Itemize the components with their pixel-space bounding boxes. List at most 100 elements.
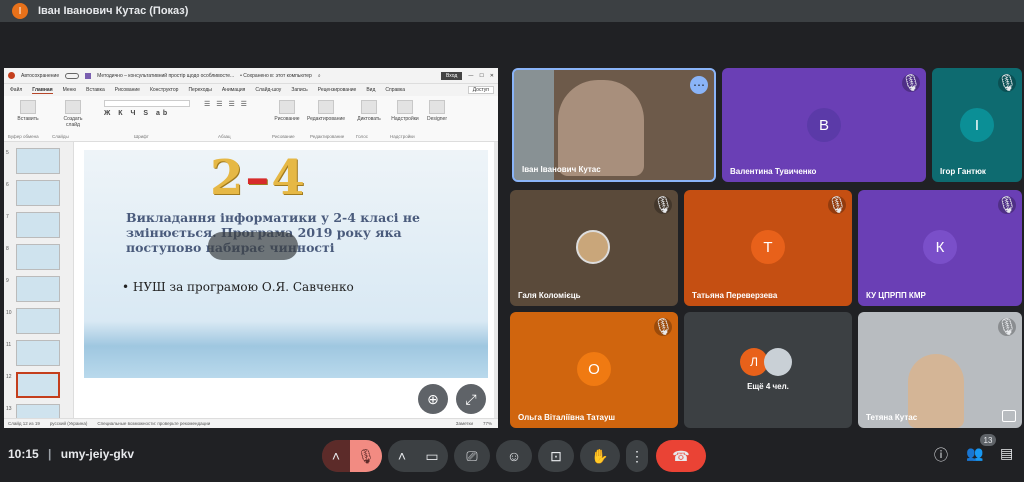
- ribbon-tab[interactable]: Переходы: [188, 87, 211, 93]
- slide-canvas: 2–4 Викладання інформатики у 2-4 класі н…: [84, 150, 488, 378]
- present-icon: ⎚: [466, 447, 478, 464]
- mic-off-icon: 🎙: [996, 74, 1018, 92]
- zoom-icon[interactable]: ⊕: [418, 384, 448, 414]
- participant-tile-valentyna[interactable]: В 🎙 Валентина Тувиченко: [722, 68, 926, 182]
- mic-control-group[interactable]: ˄ 🎙: [322, 440, 382, 472]
- participant-name: Галя Коломієць: [518, 291, 581, 300]
- leave-call-button[interactable]: ☎: [656, 440, 706, 472]
- ribbon-addins[interactable]: Надстройки: [390, 100, 420, 122]
- info-icon[interactable]: ⓘ: [934, 445, 948, 465]
- people-icon[interactable]: 👥: [966, 445, 983, 462]
- search-icon[interactable]: ⌕: [318, 73, 321, 79]
- ribbon-tab[interactable]: Справка: [385, 87, 405, 93]
- participant-name: КУ ЦПРПП КМР: [866, 291, 926, 300]
- more-options-icon[interactable]: ⋯: [690, 76, 708, 94]
- ribbon-tabs: Файл Главная Меню Вставка Рисование Конструкт…: [4, 84, 498, 96]
- chevron-up-icon[interactable]: ˄: [388, 448, 416, 464]
- camera-control-group[interactable]: ˄ ▭: [388, 440, 448, 472]
- ribbon-font-group[interactable]: Ж К Ч S ab: [104, 100, 200, 117]
- thumbnail-number: 12: [6, 374, 12, 380]
- ribbon-designer[interactable]: Designer: [422, 100, 452, 122]
- mic-off-icon: 🎙: [652, 318, 674, 336]
- present-screen-button[interactable]: ⎚: [454, 440, 490, 472]
- autosave-toggle[interactable]: [65, 72, 80, 79]
- thumbnail-number: 8: [6, 246, 9, 252]
- ribbon-tab[interactable]: Вставка: [86, 87, 105, 93]
- participant-tile-ivan[interactable]: ⋯ Іван Іванович Кутас: [512, 68, 716, 182]
- participant-video: [558, 80, 644, 176]
- participant-tile-tetiana-k[interactable]: 🎙 Тетяна Кутас: [858, 312, 1022, 428]
- slide-thumbnail[interactable]: [16, 308, 60, 334]
- ribbon-tab[interactable]: Рецензирование: [318, 87, 357, 93]
- ribbon-tab[interactable]: Меню: [63, 87, 77, 93]
- raise-hand-button[interactable]: ✋: [580, 440, 620, 472]
- thumbnail-number: 10: [6, 310, 12, 316]
- participant-avatar: К: [923, 230, 957, 264]
- slide-thumbnail[interactable]: [16, 244, 60, 270]
- ribbon-group-label: Голос: [356, 134, 368, 139]
- camera-icon[interactable]: ▭: [416, 448, 448, 465]
- maximize-icon[interactable]: ☐: [479, 73, 483, 79]
- thumbnail-number: 9: [6, 278, 9, 284]
- meeting-code: umy-jeiy-gkv: [60, 447, 135, 461]
- mic-off-icon: 🎙: [996, 318, 1018, 336]
- participant-tile-more[interactable]: Л Ещё 4 чел.: [684, 312, 852, 428]
- slide-big-number: 2–4: [210, 150, 307, 206]
- ribbon-tab[interactable]: Вид: [366, 87, 375, 93]
- ribbon-tab[interactable]: Анимация: [222, 87, 245, 93]
- slide-thumbnail[interactable]: [16, 212, 60, 238]
- slide-thumbnail[interactable]: [16, 148, 60, 174]
- ribbon-tab[interactable]: Конструктор: [150, 87, 179, 93]
- app-logo-icon: [8, 72, 15, 79]
- ribbon-paste[interactable]: Вставить: [10, 100, 46, 122]
- sign-in-button[interactable]: Вход: [441, 71, 463, 80]
- mic-off-icon: 🎙: [826, 196, 848, 214]
- presenter-bar: I Іван Іванович Кутас (Показ): [0, 0, 1024, 22]
- document-title: Методично – консультативний простір щодо…: [97, 72, 235, 79]
- vertical-scrollbar[interactable]: [494, 142, 498, 418]
- ribbon-group-label: Редактирование: [310, 134, 345, 139]
- ribbon-paragraph-group[interactable]: ☰ ☰ ☰ ☰: [204, 100, 264, 108]
- chevron-up-icon[interactable]: ˄: [322, 440, 350, 472]
- more-options-button[interactable]: ⋮: [626, 440, 648, 472]
- close-icon[interactable]: ✕: [490, 73, 494, 79]
- slide-thumbnail[interactable]: [16, 276, 60, 302]
- reactions-button[interactable]: ☺: [496, 440, 532, 472]
- participant-name: Тетяна Кутас: [866, 413, 918, 422]
- mic-off-button-icon[interactable]: 🎙: [350, 440, 382, 472]
- minimize-icon[interactable]: —: [468, 73, 473, 79]
- quick-access-bar: Автосохранение Методично – консультативн…: [4, 68, 498, 84]
- save-icon[interactable]: [85, 72, 92, 79]
- participant-avatar: О: [577, 352, 611, 386]
- presenter-avatar: I: [12, 3, 28, 19]
- participant-tile-tetiana-p[interactable]: Т 🎙 Татьяна Переверзева: [684, 190, 852, 306]
- ribbon-tab[interactable]: Файл: [10, 87, 22, 93]
- slide-thumbnails: 5 6 7 8 9 10 11 12 13: [4, 142, 74, 428]
- captions-button[interactable]: ⊡: [538, 440, 574, 472]
- participant-tile-ihor[interactable]: І 🎙 Ігор Гантюк: [932, 68, 1022, 182]
- participant-avatar: В: [807, 108, 841, 142]
- ribbon-editing[interactable]: Редактирование: [306, 100, 346, 122]
- participant-tile-olha[interactable]: О 🎙 Ольга Віталіївна Татауш: [510, 312, 678, 428]
- presenter-overlay-controls[interactable]: [208, 232, 298, 260]
- slide-thumbnail[interactable]: [16, 340, 60, 366]
- share-access-button[interactable]: Доступ: [467, 86, 494, 94]
- fullscreen-icon[interactable]: ⤢: [456, 384, 486, 414]
- participant-tile-halya[interactable]: 🎙 Галя Коломієць: [510, 190, 678, 306]
- ribbon-group-labels: Буфер обмена Слайды Шрифт Абзац Рисование Ред…: [4, 134, 464, 140]
- ribbon-group-label: Шрифт: [134, 134, 149, 139]
- ribbon-tab[interactable]: Рисование: [115, 87, 140, 93]
- ribbon-create-slide[interactable]: Создать слайд: [56, 100, 90, 128]
- ribbon-tab[interactable]: Слайд-шоу: [255, 87, 281, 93]
- ribbon-tab[interactable]: Главная: [32, 87, 53, 94]
- ribbon-drawing[interactable]: Рисование: [272, 100, 302, 122]
- ribbon-group-label: Надстройки: [390, 134, 415, 139]
- autosave-label: Автосохранение: [21, 72, 60, 79]
- participant-tile-ku[interactable]: К 🎙 КУ ЦПРПП КМР: [858, 190, 1022, 306]
- slide-thumbnail[interactable]: [16, 180, 60, 206]
- pin-icon[interactable]: [1002, 410, 1016, 422]
- ribbon-dictate[interactable]: Диктовать: [354, 100, 384, 122]
- chat-icon[interactable]: ▤: [1000, 445, 1013, 462]
- ribbon-tab[interactable]: Запись: [291, 87, 307, 93]
- slide-thumbnail[interactable]: [16, 372, 60, 398]
